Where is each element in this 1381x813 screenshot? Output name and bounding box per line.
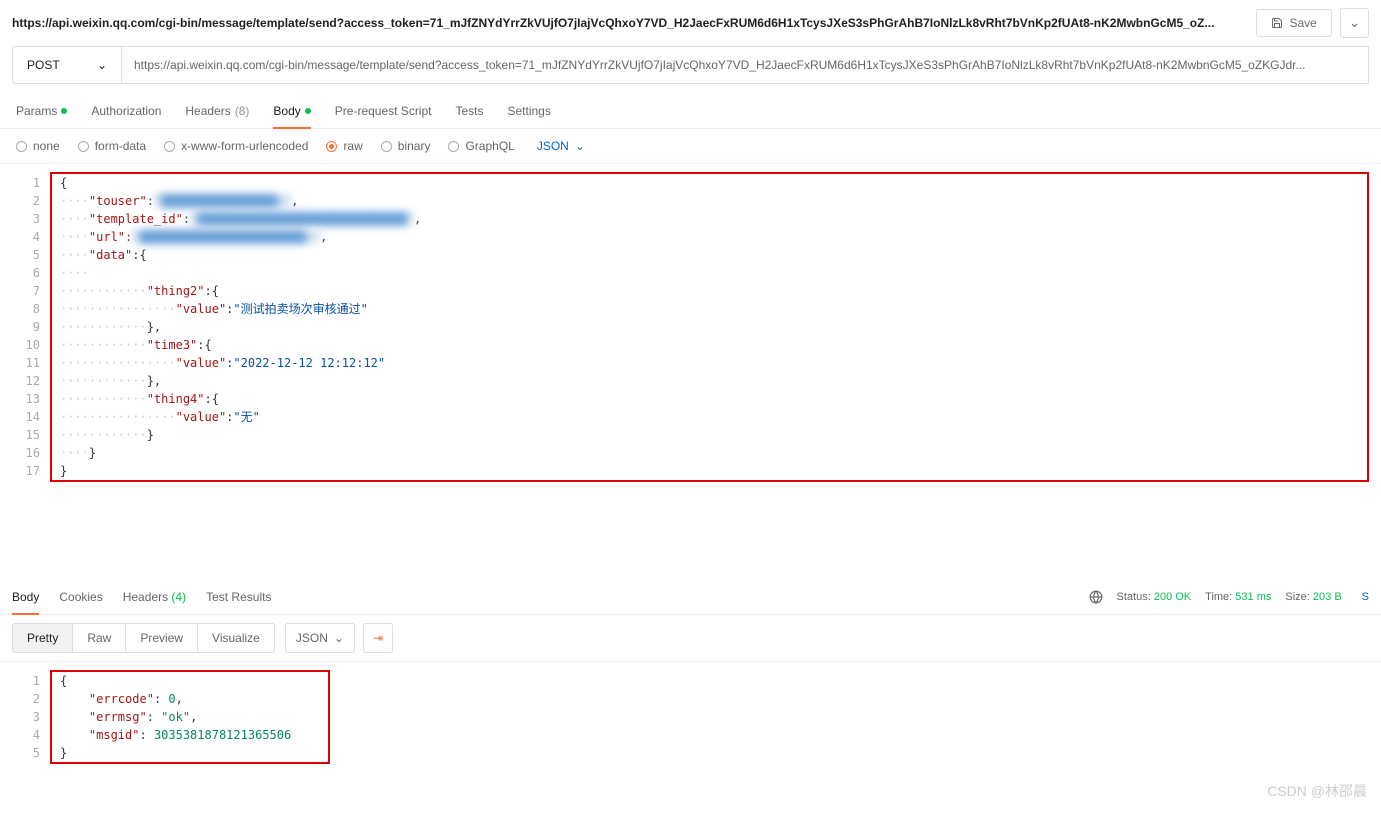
view-preview[interactable]: Preview xyxy=(126,623,198,653)
status-label: Status: 200 OK xyxy=(1117,591,1192,603)
top-bar: https://api.weixin.qq.com/cgi-bin/messag… xyxy=(0,0,1381,46)
resp-tab-headers[interactable]: Headers (4) xyxy=(123,580,186,614)
tab-params[interactable]: Params xyxy=(16,96,67,128)
view-visualize[interactable]: Visualize xyxy=(198,623,275,653)
resp-tab-cookies[interactable]: Cookies xyxy=(59,580,102,614)
response-format-select[interactable]: JSON⌄ xyxy=(285,623,355,653)
radio-icon xyxy=(164,141,175,152)
resp-tab-body[interactable]: Body xyxy=(12,580,39,614)
view-pretty[interactable]: Pretty xyxy=(12,623,73,653)
wrap-icon: ⇥ xyxy=(373,631,383,645)
save-label: Save xyxy=(1289,16,1316,30)
radio-graphql[interactable]: GraphQL xyxy=(448,139,514,153)
status-info: Status: 200 OK Time: 531 ms Size: 203 B … xyxy=(1089,590,1369,604)
save-icon xyxy=(1271,17,1283,29)
resp-tab-testresults[interactable]: Test Results xyxy=(206,580,271,614)
dot-indicator xyxy=(305,108,311,114)
code-highlight-box: 1{ 2····"touser":"████████████████k", 3·… xyxy=(50,172,1369,482)
tab-headers[interactable]: Headers (8) xyxy=(185,96,249,128)
radio-icon xyxy=(448,141,459,152)
request-body-editor[interactable]: 1{ 2····"touser":"████████████████k", 3·… xyxy=(0,164,1381,490)
size-label: Size: 203 B xyxy=(1285,591,1341,603)
radio-binary[interactable]: binary xyxy=(381,139,431,153)
radio-none[interactable]: none xyxy=(16,139,60,153)
dot-indicator xyxy=(61,108,67,114)
code-highlight-box: 1{ 2 "errcode": 0, 3 "errmsg": "ok", 4 "… xyxy=(50,670,330,764)
watermark: CSDN @林邵晨 xyxy=(1267,781,1367,801)
tab-body[interactable]: Body xyxy=(273,96,310,128)
request-tabs: Params Authorization Headers (8) Body Pr… xyxy=(0,96,1381,129)
radio-formdata[interactable]: form-data xyxy=(78,139,146,153)
method-select[interactable]: POST ⌄ xyxy=(12,46,122,84)
save-response-button[interactable]: S xyxy=(1362,591,1369,603)
response-body-viewer[interactable]: 1{ 2 "errcode": 0, 3 "errmsg": "ok", 4 "… xyxy=(0,662,1381,772)
time-label: Time: 531 ms xyxy=(1205,591,1271,603)
save-button[interactable]: Save xyxy=(1256,9,1331,37)
chevron-down-icon: ⌄ xyxy=(1349,15,1360,30)
tab-settings[interactable]: Settings xyxy=(508,96,551,128)
method-url-row: POST ⌄ https://api.weixin.qq.com/cgi-bin… xyxy=(0,46,1381,96)
wrap-button[interactable]: ⇥ xyxy=(363,623,393,653)
chevron-down-icon: ⌄ xyxy=(575,139,585,153)
radio-raw[interactable]: raw xyxy=(326,139,362,153)
chevron-down-icon: ⌄ xyxy=(334,631,344,645)
radio-xform[interactable]: x-www-form-urlencoded xyxy=(164,139,308,153)
response-tabs: Body Cookies Headers (4) Test Results xyxy=(12,580,1089,614)
url-display: https://api.weixin.qq.com/cgi-bin/messag… xyxy=(12,16,1248,30)
tab-tests[interactable]: Tests xyxy=(455,96,483,128)
radio-icon xyxy=(326,141,337,152)
radio-icon xyxy=(381,141,392,152)
save-dropdown[interactable]: ⌄ xyxy=(1340,8,1369,38)
chevron-down-icon: ⌄ xyxy=(97,58,107,72)
raw-type-select[interactable]: JSON⌄ xyxy=(537,139,585,153)
method-value: POST xyxy=(27,58,60,72)
body-type-row: none form-data x-www-form-urlencoded raw… xyxy=(0,129,1381,164)
response-tabs-row: Body Cookies Headers (4) Test Results St… xyxy=(0,580,1381,615)
view-raw[interactable]: Raw xyxy=(73,623,126,653)
radio-icon xyxy=(16,141,27,152)
radio-icon xyxy=(78,141,89,152)
response-view-row: Pretty Raw Preview Visualize JSON⌄ ⇥ xyxy=(0,615,1381,662)
url-input[interactable]: https://api.weixin.qq.com/cgi-bin/messag… xyxy=(122,46,1369,84)
globe-icon xyxy=(1089,590,1103,604)
tab-authorization[interactable]: Authorization xyxy=(91,96,161,128)
tab-prerequest[interactable]: Pre-request Script xyxy=(335,96,432,128)
